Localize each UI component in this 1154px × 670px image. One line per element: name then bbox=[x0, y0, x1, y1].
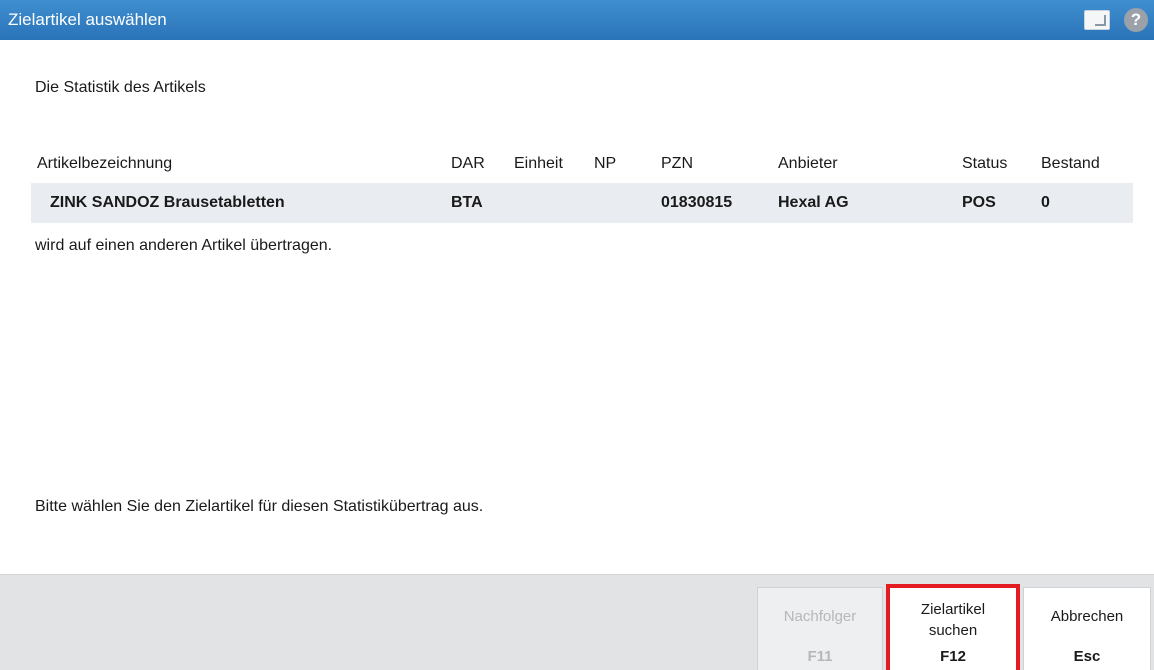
header-np: NP bbox=[594, 155, 617, 172]
title-bar: Zielartikel auswählen ? bbox=[0, 0, 1154, 40]
choose-target-note: Bitte wählen Sie den Zielartikel für die… bbox=[35, 498, 484, 515]
dialog-window: Zielartikel auswählen ? Die Statistik de… bbox=[0, 0, 1154, 670]
cell-anbieter: Hexal AG bbox=[778, 194, 849, 211]
cell-status: POS bbox=[962, 194, 996, 211]
table-row: ZINK SANDOZ Brausetabletten BTA 01830815… bbox=[31, 183, 1133, 223]
header-bestand: Bestand bbox=[1041, 155, 1100, 172]
header-dar: DAR bbox=[451, 155, 485, 172]
abbrechen-button[interactable]: Abbrechen Esc bbox=[1023, 587, 1151, 670]
button-bar: Nachfolger F11 Zielartikel suchen F12 Ab… bbox=[0, 574, 1154, 670]
cell-dar: BTA bbox=[451, 194, 483, 211]
cell-artikelbezeichnung: ZINK SANDOZ Brausetabletten bbox=[50, 194, 285, 211]
header-einheit: Einheit bbox=[514, 155, 563, 172]
nachfolger-shortcut: F11 bbox=[807, 648, 833, 665]
article-table: Artikelbezeichnung DAR Einheit NP PZN An… bbox=[31, 145, 1133, 223]
abbrechen-shortcut: Esc bbox=[1073, 648, 1101, 665]
header-status: Status bbox=[962, 155, 1008, 172]
zielartikel-suchen-shortcut: F12 bbox=[940, 648, 966, 665]
nachfolger-label: Nachfolger bbox=[783, 608, 857, 625]
help-icon[interactable]: ? bbox=[1124, 8, 1148, 32]
header-pzn: PZN bbox=[661, 155, 693, 172]
title-bar-icons: ? bbox=[1084, 8, 1148, 32]
cell-bestand: 0 bbox=[1041, 194, 1050, 211]
window-switch-icon[interactable] bbox=[1084, 10, 1110, 30]
intro-text: Die Statistik des Artikels bbox=[35, 79, 206, 96]
zielartikel-suchen-label: Zielartikel suchen bbox=[920, 601, 986, 639]
window-title: Zielartikel auswählen bbox=[8, 10, 167, 29]
header-anbieter: Anbieter bbox=[778, 155, 838, 172]
header-artikelbezeichnung: Artikelbezeichnung bbox=[37, 155, 173, 172]
transfer-note: wird auf einen anderen Artikel übertrage… bbox=[35, 237, 333, 254]
abbrechen-label: Abbrechen bbox=[1050, 608, 1124, 625]
table-header: Artikelbezeichnung DAR Einheit NP PZN An… bbox=[31, 145, 1133, 183]
nachfolger-button[interactable]: Nachfolger F11 bbox=[757, 587, 883, 670]
zielartikel-suchen-button[interactable]: Zielartikel suchen F12 bbox=[886, 584, 1020, 670]
cell-pzn: 01830815 bbox=[661, 194, 733, 211]
